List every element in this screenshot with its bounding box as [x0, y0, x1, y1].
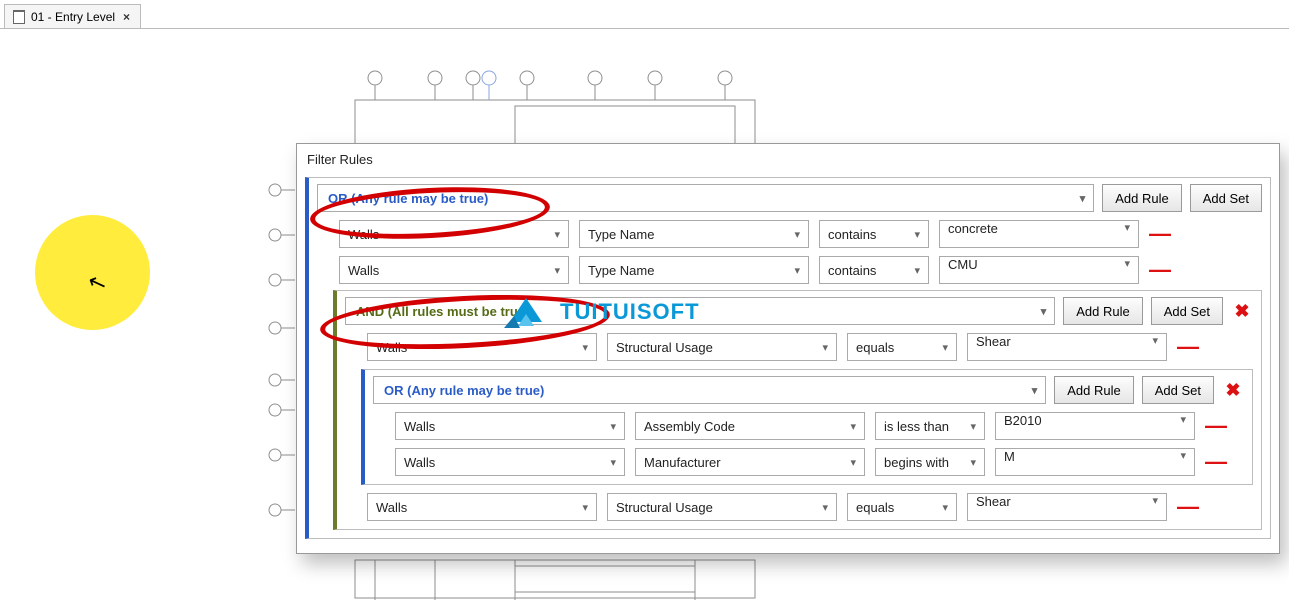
- parameter-dropdown[interactable]: Type Name: [579, 220, 809, 248]
- remove-set-icon[interactable]: ✖: [1222, 379, 1244, 401]
- rule-set-or-inner: OR (Any rule may be true) Add Rule Add S…: [361, 369, 1253, 485]
- category-dropdown[interactable]: Walls: [339, 220, 569, 248]
- rule-set-or-outer-selector[interactable]: OR (Any rule may be true): [317, 184, 1094, 212]
- rule-set-and: AND (All rules must be true) Add Rule Ad…: [333, 290, 1262, 530]
- view-tab[interactable]: 01 - Entry Level ×: [4, 4, 141, 28]
- add-set-button[interactable]: Add Set: [1190, 184, 1262, 212]
- add-set-button[interactable]: Add Set: [1142, 376, 1214, 404]
- value-input[interactable]: M: [995, 448, 1195, 476]
- value-input[interactable]: CMU: [939, 256, 1139, 284]
- add-rule-button[interactable]: Add Rule: [1063, 297, 1142, 325]
- category-dropdown[interactable]: Walls: [339, 256, 569, 284]
- remove-rule-icon[interactable]: —: [1177, 496, 1199, 518]
- operator-dropdown[interactable]: contains: [819, 220, 929, 248]
- add-set-button[interactable]: Add Set: [1151, 297, 1223, 325]
- remove-set-icon[interactable]: ✖: [1231, 300, 1253, 322]
- view-tab-label: 01 - Entry Level: [31, 10, 115, 24]
- operator-dropdown[interactable]: equals: [847, 333, 957, 361]
- remove-rule-icon[interactable]: —: [1149, 259, 1171, 281]
- document-icon: [13, 10, 25, 24]
- rule-set-or-outer: OR (Any rule may be true) Add Rule Add S…: [305, 177, 1271, 539]
- parameter-dropdown[interactable]: Type Name: [579, 256, 809, 284]
- add-rule-button[interactable]: Add Rule: [1102, 184, 1181, 212]
- value-input[interactable]: Shear: [967, 333, 1167, 361]
- rule-row: Walls Manufacturer begins with M —: [395, 448, 1244, 476]
- operator-dropdown[interactable]: contains: [819, 256, 929, 284]
- add-rule-button[interactable]: Add Rule: [1054, 376, 1133, 404]
- value-input[interactable]: Shear: [967, 493, 1167, 521]
- parameter-dropdown[interactable]: Structural Usage: [607, 493, 837, 521]
- remove-rule-icon[interactable]: —: [1177, 336, 1199, 358]
- parameter-dropdown[interactable]: Manufacturer: [635, 448, 865, 476]
- rule-set-or-inner-selector[interactable]: OR (Any rule may be true): [373, 376, 1046, 404]
- filter-rules-dialog: Filter Rules OR (Any rule may be true) A…: [296, 143, 1280, 554]
- remove-rule-icon[interactable]: —: [1205, 415, 1227, 437]
- category-dropdown[interactable]: Walls: [395, 412, 625, 440]
- parameter-dropdown[interactable]: Structural Usage: [607, 333, 837, 361]
- operator-dropdown[interactable]: equals: [847, 493, 957, 521]
- value-input[interactable]: B2010: [995, 412, 1195, 440]
- close-icon[interactable]: ×: [121, 10, 132, 24]
- parameter-dropdown[interactable]: Assembly Code: [635, 412, 865, 440]
- value-input[interactable]: concrete: [939, 220, 1139, 248]
- dialog-title: Filter Rules: [305, 150, 1271, 173]
- operator-dropdown[interactable]: is less than: [875, 412, 985, 440]
- category-dropdown[interactable]: Walls: [367, 333, 597, 361]
- category-dropdown[interactable]: Walls: [395, 448, 625, 476]
- rule-row: Walls Structural Usage equals Shear —: [367, 493, 1253, 521]
- rule-set-and-selector[interactable]: AND (All rules must be true): [345, 297, 1055, 325]
- operator-dropdown[interactable]: begins with: [875, 448, 985, 476]
- rule-row: Walls Type Name contains CMU —: [339, 256, 1262, 284]
- category-dropdown[interactable]: Walls: [367, 493, 597, 521]
- rule-row: Walls Type Name contains concrete —: [339, 220, 1262, 248]
- rule-row: Walls Structural Usage equals Shear —: [367, 333, 1253, 361]
- remove-rule-icon[interactable]: —: [1149, 223, 1171, 245]
- cursor-highlight: [35, 215, 150, 330]
- tabstrip-divider: [0, 28, 1289, 29]
- remove-rule-icon[interactable]: —: [1205, 451, 1227, 473]
- rule-row: Walls Assembly Code is less than B2010 —: [395, 412, 1244, 440]
